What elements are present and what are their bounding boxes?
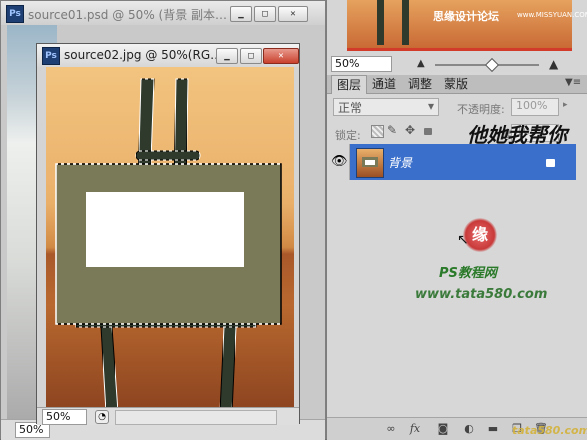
photoshop-app-icon: Ps (42, 47, 60, 65)
tab-layers[interactable]: 图层 (331, 75, 367, 94)
layers-panel: 图层 通道 调整 蒙版 ▼≡ 正常 ▾ 不透明度: 100% ▸ 锁定: ✎ ✥… (326, 72, 587, 440)
window-title: source01.psd @ 50% (背景 副本… (28, 8, 228, 22)
close-icon: ✕ (278, 51, 284, 61)
horizontal-scrollbar[interactable] (115, 410, 277, 425)
site-url: www.tata580.com (415, 287, 548, 302)
opacity-chevron-icon[interactable]: ▸ (563, 100, 568, 110)
window-title: source02.jpg @ 50%(RG… (64, 48, 223, 62)
panel-tabs: 图层 通道 调整 蒙版 ▼≡ (327, 75, 587, 94)
visibility-toggle[interactable]: 👁 (327, 144, 350, 180)
layer-thumbnail (356, 148, 384, 178)
status-menu-button[interactable]: ◔ (95, 410, 109, 424)
chevron-down-icon: ▾ (427, 99, 434, 113)
lock-transparency-icon[interactable] (371, 125, 384, 138)
layer-name: 背景 (388, 156, 413, 170)
blend-mode-select[interactable]: 正常 ▾ (333, 98, 439, 116)
watermark-text: 思缘设计论坛 (433, 10, 499, 23)
fx-icon[interactable]: fx (407, 422, 423, 436)
minimize-button[interactable]: ▁ (216, 48, 238, 64)
minimize-icon: ▁ (224, 51, 230, 61)
window-titlebar[interactable]: Ps source02.jpg @ 50%(RG… ▁ □ ✕ (37, 44, 299, 67)
layer-row-background[interactable]: 背景 (350, 144, 576, 180)
adjustment-icon[interactable]: ◐ (461, 422, 477, 436)
zoom-in-icon[interactable]: ▲ (549, 57, 558, 71)
easel-photo (55, 78, 282, 407)
status-bar: 50% ◔ (37, 407, 299, 425)
photoshop-app-icon: Ps (6, 5, 24, 23)
close-icon: ✕ (290, 9, 296, 19)
maximize-icon: □ (262, 9, 268, 19)
link-icon[interactable]: ∞ (383, 422, 399, 436)
close-button[interactable]: ✕ (263, 48, 299, 64)
tab-adjustments[interactable]: 调整 (403, 75, 437, 93)
calligraphy-watermark: 他她我帮你 (467, 124, 567, 146)
layers-bottom-toolbar: ∞ fx ◙ ◐ ▬ ❐ 🗑 tata580.com (327, 417, 587, 440)
folder-icon[interactable]: ▬ (485, 422, 501, 436)
zoom-slider-handle[interactable] (484, 57, 500, 73)
maximize-icon: □ (248, 51, 254, 61)
minimize-button[interactable]: ▁ (230, 6, 252, 22)
document-window-source02[interactable]: Ps source02.jpg @ 50%(RG… ▁ □ ✕ 50% ◔ (36, 43, 300, 425)
tab-channels[interactable]: 通道 (367, 75, 401, 93)
opacity-field[interactable]: 100% (511, 98, 559, 116)
lock-icon (546, 159, 555, 167)
mask-icon[interactable]: ◙ (435, 422, 451, 436)
zoom-out-icon[interactable]: ▲ (417, 58, 425, 69)
maximize-button[interactable]: □ (240, 48, 262, 64)
corner-watermark: tata580.com (512, 424, 587, 437)
watermark-url: www.MISSYUAN.COM (517, 11, 587, 19)
maximize-button[interactable]: □ (254, 6, 276, 22)
zoom-field[interactable]: 50% (42, 409, 87, 425)
blend-mode-value: 正常 (338, 101, 363, 115)
lock-label: 锁定: (335, 129, 361, 142)
panel-menu-icon[interactable]: ▼≡ (565, 77, 581, 88)
navigator-preview[interactable]: 思缘设计论坛 www.MISSYUAN.COM (347, 0, 587, 51)
mouse-cursor-icon: ↖ (457, 232, 469, 248)
tab-masks[interactable]: 蒙版 (439, 75, 473, 93)
site-name: PS教程网 (439, 266, 497, 281)
lock-position-icon[interactable]: ✥ (405, 123, 415, 137)
window-titlebar[interactable]: Ps source01.psd @ 50% (背景 副本… ▁ □ ✕ (1, 1, 325, 25)
eye-icon: 👁 (331, 154, 348, 169)
minimize-icon: ▁ (238, 9, 244, 19)
navigator-zoom-field[interactable]: 50% (331, 56, 392, 72)
navigator-panel: 思缘设计论坛 www.MISSYUAN.COM 50% ▲ ▲ (326, 0, 587, 73)
close-button[interactable]: ✕ (278, 6, 308, 22)
lock-pixels-icon[interactable]: ✎ (387, 123, 397, 137)
lock-all-icon[interactable] (424, 128, 432, 135)
opacity-label: 不透明度: (457, 103, 505, 116)
document-canvas[interactable] (46, 67, 294, 407)
